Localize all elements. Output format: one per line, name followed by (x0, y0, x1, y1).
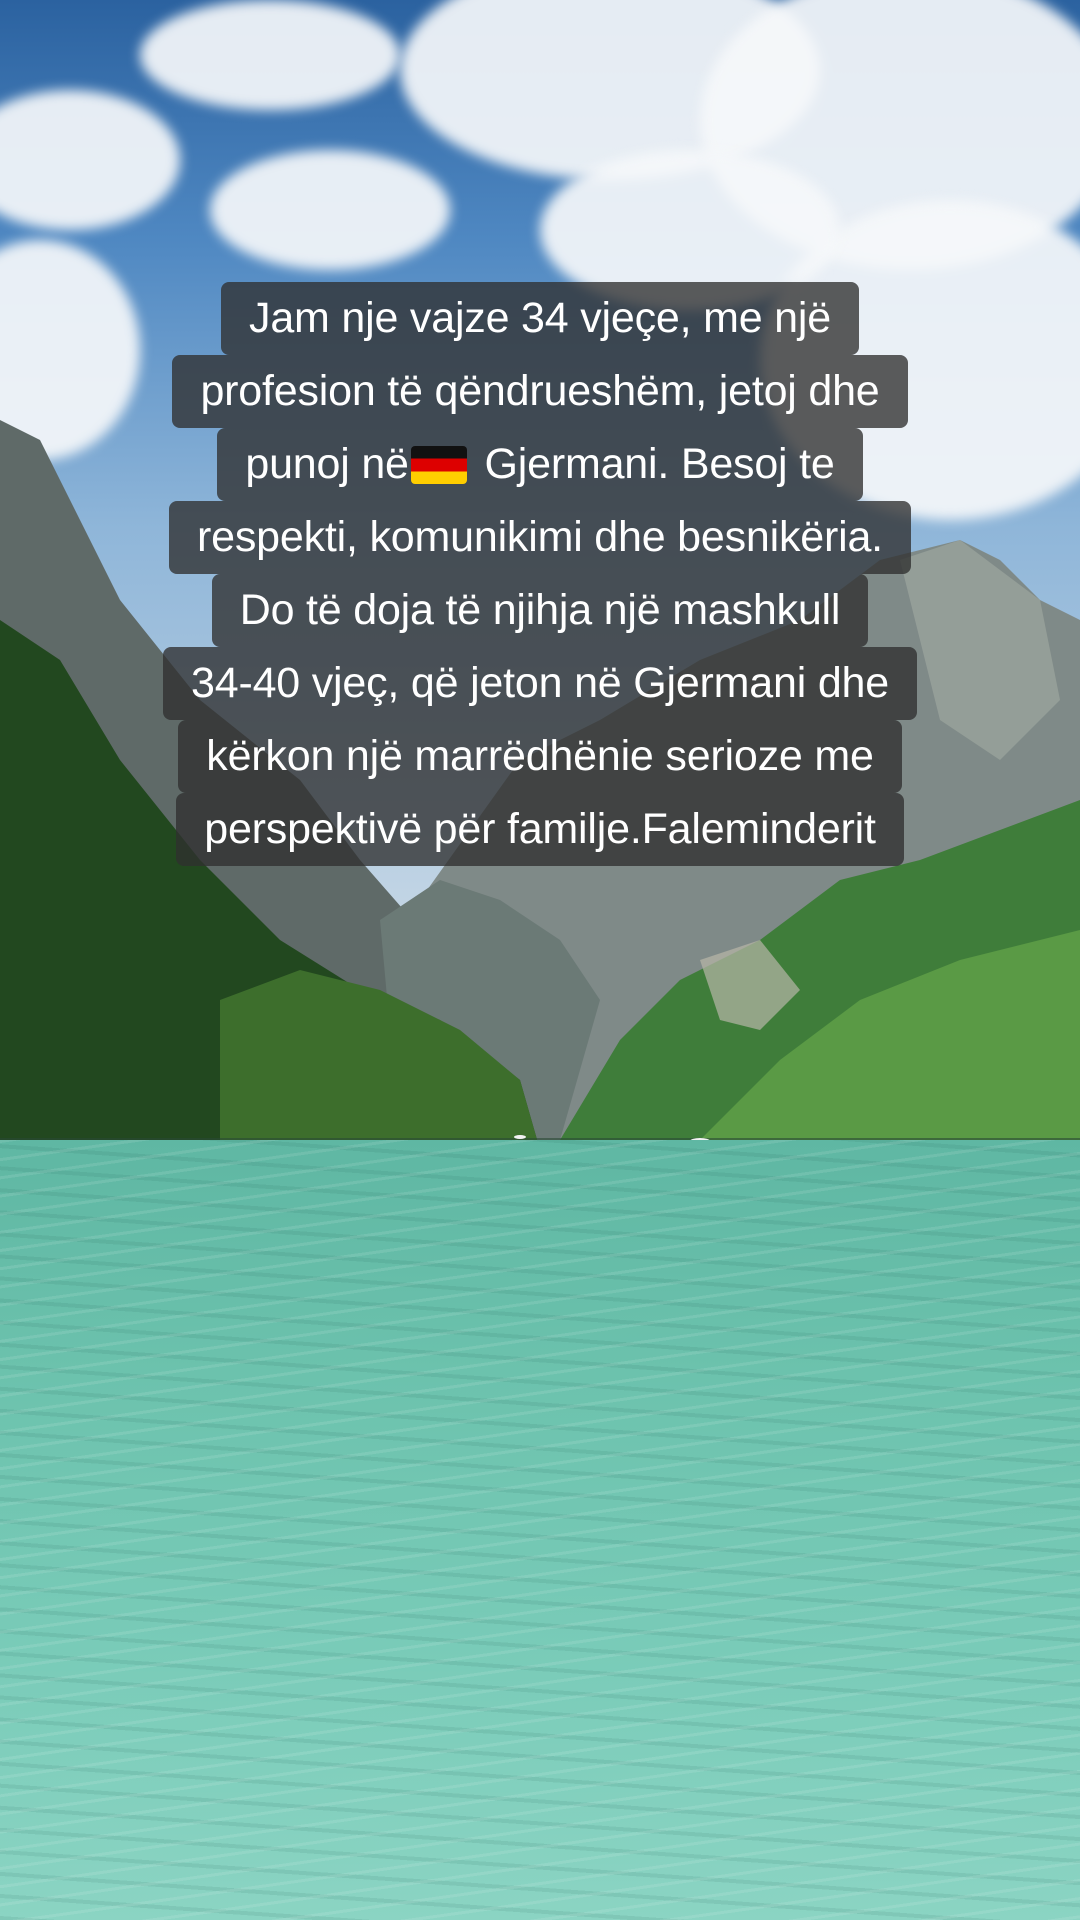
caption-line: perspektivë për familje.Faleminderit (176, 793, 904, 866)
caption-line: 34-40 vjeç, që jeton në Gjermani dhe (163, 647, 917, 720)
caption-line: profesion të qëndrueshëm, jetoj dhe (172, 355, 908, 428)
caption-line: kërkon një marrëdhënie serioze me (178, 720, 902, 793)
caption-line: punoj në Gjermani. Besoj te (217, 428, 863, 501)
caption-line: Do të doja të njihja një mashkull (211, 574, 869, 647)
river-water (0, 1140, 1080, 1920)
caption-line: respekti, komunikimi dhe besnikëria. (169, 501, 911, 574)
caption-line-part: Gjermani. Besoj te (484, 440, 835, 488)
caption-overlay: Jam nje vajze 34 vjeçe, me një profesion… (0, 282, 1080, 866)
boat (514, 1135, 526, 1139)
caption-line: Jam nje vajze 34 vjeçe, me një (221, 282, 859, 355)
germany-flag-icon (410, 446, 467, 484)
caption-line-part: punoj në (245, 440, 409, 488)
